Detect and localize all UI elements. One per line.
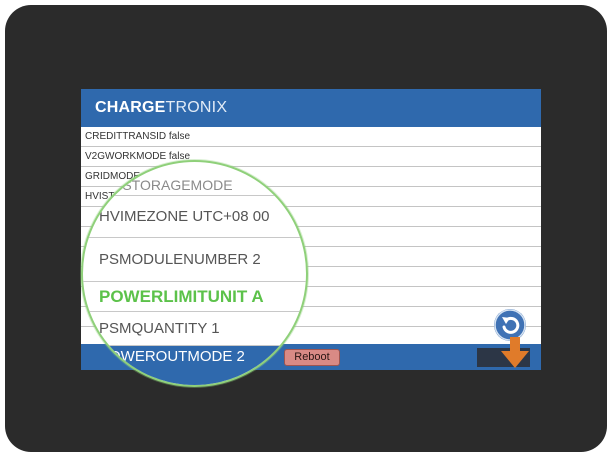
magnified-row-highlighted: POWERLIMITUNIT A <box>83 282 306 312</box>
chargetronix-logo: CHARGETRONIX <box>95 99 227 117</box>
logo-light-text: TRONIX <box>165 99 228 116</box>
config-row[interactable]: CREDITTRANSID false <box>81 127 541 147</box>
magnified-bottom-bar: POWEROUTMODE 2 <box>83 346 306 385</box>
magnified-row: PSMODULENUMBER 2 <box>83 238 306 282</box>
logo-bold-text: CHARGE <box>95 99 166 116</box>
magnified-row: PSMQUANTITY 1 <box>83 312 306 346</box>
app-header: CHARGETRONIX <box>81 89 541 127</box>
download-arrow-icon[interactable] <box>500 337 530 369</box>
magnifier-lens: HVISTORAGEMODE HVIMEZONE UTC+08 00 PSMOD… <box>81 160 308 387</box>
magnified-row: HVIMEZONE UTC+08 00 <box>83 196 306 238</box>
magnified-row: HVISTORAGEMODE <box>83 162 306 196</box>
